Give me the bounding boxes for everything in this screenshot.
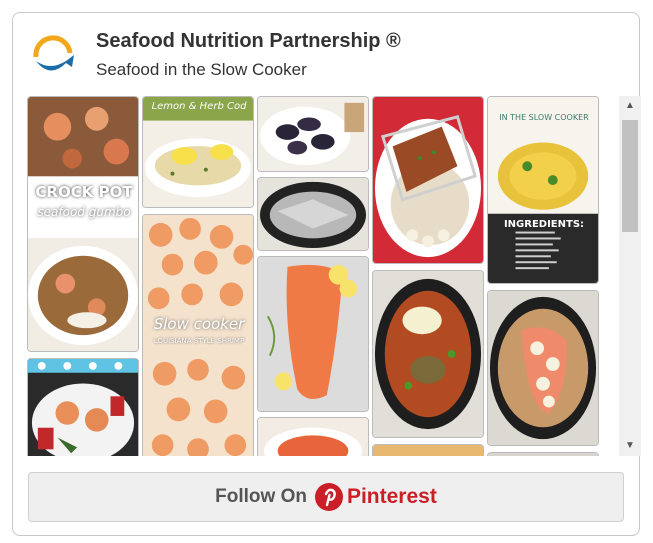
pin-cod-caption: Lemon & Herb Cod xyxy=(151,101,247,112)
seafood-nutrition-logo[interactable] xyxy=(30,35,76,77)
follow-label: Follow On xyxy=(215,486,307,507)
pin-partial-bottom[interactable] xyxy=(372,444,484,456)
pin-seafood-gumbo[interactable]: CROCK POT seafood gumbo xyxy=(27,96,139,352)
pinterest-logo-icon xyxy=(314,483,343,511)
pin-gumbo-line1: CROCK POT xyxy=(35,183,133,201)
pin-crock-pot-stew[interactable] xyxy=(372,270,484,438)
board-owner-title[interactable]: Seafood Nutrition Partnership ® xyxy=(96,30,401,53)
pin-louisiana-shrimp-boil[interactable]: Slow cooker LOUISIANA STYLE SHRIMP xyxy=(142,214,254,456)
pin-salmon-parchment[interactable] xyxy=(487,290,599,446)
pin-fish-stew-title: IN THE SLOW COOKER xyxy=(499,113,589,122)
follow-on-pinterest-button[interactable]: Follow On Pinterest xyxy=(28,472,624,522)
scroll-up-arrow-icon[interactable]: ▲ xyxy=(619,96,641,116)
pin-shrimp-peppers[interactable] xyxy=(27,358,139,456)
pin-slow-cooker-foil[interactable] xyxy=(257,177,369,251)
pin-lemon-herb-cod[interactable]: Lemon & Herb Cod xyxy=(142,96,254,208)
pin-mussels[interactable] xyxy=(257,96,369,172)
scroll-down-arrow-icon[interactable]: ▼ xyxy=(619,436,641,456)
pinterest-brand-label: Pinterest xyxy=(346,485,437,508)
scrollbar-thumb[interactable] xyxy=(622,120,638,232)
pin-gumbo-line2: seafood gumbo xyxy=(37,205,131,219)
pin-grid-scrollbar[interactable]: ▲ ▼ xyxy=(619,96,641,456)
pin-fish-stew-ingredients: INGREDIENTS: xyxy=(503,219,585,230)
pin-blackened-fish-rice[interactable] xyxy=(372,96,484,264)
pin-salmon-fillet[interactable] xyxy=(257,256,369,412)
pin-grid: CROCK POT seafood gumbo Lemon & Herb Cod… xyxy=(27,96,616,456)
pin-fish-stew-slow-cooker[interactable]: IN THE SLOW COOKER INGREDIENTS: xyxy=(487,96,599,284)
board-name[interactable]: Seafood in the Slow Cooker xyxy=(96,60,307,80)
pin-shrimp-line1: Slow cooker xyxy=(153,315,245,333)
pin-bowl-soup[interactable] xyxy=(257,417,369,456)
pin-shrimp-line2: LOUISIANA STYLE SHRIMP xyxy=(153,337,245,345)
pin-partial-bottom-2[interactable] xyxy=(487,452,599,456)
